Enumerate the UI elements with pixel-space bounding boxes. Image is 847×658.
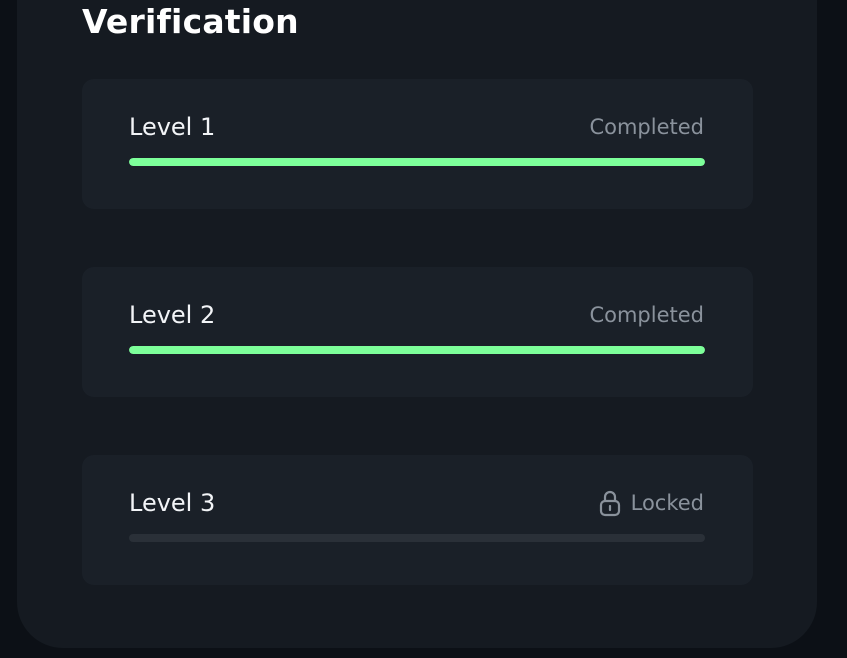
page: Verification Level 1 Completed Level 2 C…	[0, 0, 847, 658]
progress-bar	[129, 346, 705, 354]
level-name: Level 2	[129, 301, 216, 329]
page-title: Verification	[82, 2, 299, 41]
level-status: Locked	[599, 489, 704, 517]
verification-level-card-3[interactable]: Level 3 Locked	[82, 455, 753, 585]
level-status: Completed	[589, 301, 704, 329]
progress-fill	[129, 158, 705, 166]
verification-level-card-1[interactable]: Level 1 Completed	[82, 79, 753, 209]
level-status: Completed	[589, 113, 704, 141]
progress-bar	[129, 158, 705, 166]
lock-icon	[599, 490, 620, 517]
status-text: Locked	[630, 491, 704, 515]
status-text: Completed	[589, 115, 704, 139]
verification-level-card-2[interactable]: Level 2 Completed	[82, 267, 753, 397]
level-name: Level 1	[129, 113, 216, 141]
status-text: Completed	[589, 303, 704, 327]
level-name: Level 3	[129, 489, 216, 517]
progress-fill	[129, 346, 705, 354]
progress-bar	[129, 534, 705, 542]
